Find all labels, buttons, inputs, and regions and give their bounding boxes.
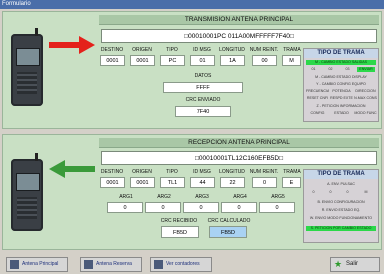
rx-option-modo[interactable]: W. ENVIO MODO FUNCIONAMIENTO (306, 216, 376, 221)
transmission-panel: TRANSMISION ANTENA PRINCIPAL □00010001PC… (2, 11, 382, 129)
rx-tipo: TL1 (160, 177, 185, 188)
tx-reset-cnfi[interactable]: RESET CNFI (306, 96, 329, 101)
rx-pulsac-1: 0 (312, 190, 315, 194)
antena-principal-button[interactable]: Antena Principal (6, 257, 68, 272)
rx-arg4: 0 (221, 202, 257, 213)
tx-direccion[interactable]: DIRECCION (354, 89, 377, 94)
rx-crc-recibido-label: CRC RECIBIDO (160, 218, 198, 224)
salir-button[interactable]: ★ Salir (330, 257, 380, 272)
tx-longitud: 1A (220, 55, 245, 66)
rx-header-trama: TRAMA (283, 169, 301, 175)
rx-arg3-label: ARG3 (195, 194, 209, 200)
tx-salida-03[interactable]: 03 (340, 67, 355, 72)
exit-icon: ★ (334, 259, 343, 269)
antenna-icon (10, 260, 19, 269)
rx-pulsac-4: M (364, 190, 368, 194)
rx-arg3: 0 (183, 202, 219, 213)
rx-header-origen: ORIGEN (132, 169, 152, 175)
tx-potencia[interactable]: POTENCIA (330, 89, 353, 94)
rx-arg1: 0 (107, 202, 143, 213)
rx-pulsac-3: 0 (346, 190, 349, 194)
reception-frame: □00010001TL12C160EFB5D□ (101, 151, 377, 165)
transmission-frame: □00010001PC 011A00MFFFFF7F40□ (101, 29, 377, 43)
counter-icon (154, 260, 163, 269)
transmission-title: TRANSMISION ANTENA PRINCIPAL (99, 15, 379, 25)
tx-header-reint: NUM REINT. (249, 47, 279, 53)
tx-reint: 00 (252, 55, 277, 66)
tx-option-display[interactable]: M - CAMBIO ESTADO DISPLAY (306, 75, 376, 80)
tx-header-idmsg: ID MSG (193, 47, 211, 53)
tx-header-longitud: LONGITUD (219, 47, 245, 53)
rx-destino: 0001 (100, 177, 125, 188)
rx-crc-recibido: FB5D (161, 226, 199, 238)
tx-crc-label: CRC ENVIADO (185, 97, 221, 103)
reception-panel: RECEPCION ANTENA PRINCIPAL □00010001TL12… (2, 134, 382, 250)
tx-config[interactable]: CONFIG (306, 111, 329, 116)
rx-option-configuracion[interactable]: B. ENVIO CONFIGURACION (306, 200, 376, 205)
rx-option-peticion-cambio[interactable]: S. PETICION POR CAMBIO ESTADO (306, 226, 376, 231)
rx-tipo-trama-title: TIPO DE TRAMA (304, 170, 378, 179)
tx-option-config[interactable]: Y - CAMBIO CONFIG EQUIPO (306, 82, 376, 87)
tx-salida-01[interactable]: 01 (306, 67, 321, 72)
rx-option-estado[interactable]: R. ENVIO ESTADO EQ. (306, 208, 376, 213)
tx-estado[interactable]: ESTADO (330, 111, 353, 116)
tx-modo-func[interactable]: MODO FUNC (354, 111, 377, 116)
rx-longitud: 22 (220, 177, 245, 188)
tx-header-trama: TRAMA (283, 47, 301, 53)
rx-reint: 0 (252, 177, 277, 188)
rx-header-tipo: TIPO (166, 169, 178, 175)
tx-tipo-trama-panel: TIPO DE TRAMA M - CAMBIO ESTADO SALIDAS … (303, 48, 379, 122)
tx-option-peticion[interactable]: Z - PETICION INFORMACION (306, 104, 376, 109)
rx-idmsg: 44 (190, 177, 215, 188)
rx-origen: 0001 (130, 177, 155, 188)
arrow-right-icon (49, 36, 95, 54)
rx-trama: E (282, 177, 301, 188)
antena-reserva-button[interactable]: Antena Reserva (80, 257, 142, 272)
rx-header-destino: DESTINO (100, 169, 124, 175)
rx-header-reint: NUM REINT. (249, 169, 279, 175)
tx-frecuencia[interactable]: FRECUENCIA (306, 89, 329, 94)
rx-header-longitud: LONGITUD (219, 169, 245, 175)
tx-enviar-button[interactable]: ENVIAR (357, 67, 375, 72)
radio-device-image (11, 28, 43, 106)
tx-option-salidas[interactable]: M - CAMBIO ESTADO SALIDAS (306, 60, 376, 65)
rx-header-idmsg: ID MSG (193, 169, 211, 175)
rx-pulsac-2: 0 (329, 190, 332, 194)
arrow-left-icon (49, 160, 95, 178)
tx-trama: M (282, 55, 301, 66)
rx-arg5: 0 (259, 202, 295, 213)
tx-tipo-trama-title: TIPO DE TRAMA (304, 49, 378, 58)
tx-salida-02[interactable]: 02 (323, 67, 338, 72)
tx-idmsg: 01 (190, 55, 215, 66)
rx-option-pulsac[interactable]: A. ENV. PULSAC (306, 182, 376, 187)
tx-destino: 0001 (100, 55, 125, 66)
tx-header-origen: ORIGEN (132, 47, 152, 53)
tx-crc-value: 7F40 (175, 106, 231, 117)
tx-origen: 0001 (130, 55, 155, 66)
window-title: Formulario (0, 0, 384, 9)
rx-tipo-trama-panel: TIPO DE TRAMA A. ENV. PULSAC 0 0 0 M B. … (303, 169, 379, 243)
rx-crc-calculado-label: CRC CALCULADO (207, 218, 251, 224)
tx-header-tipo: TIPO (166, 47, 178, 53)
antenna-icon (84, 260, 93, 269)
tx-tipo: PC (160, 55, 185, 66)
rx-arg5-label: ARG5 (271, 194, 285, 200)
tx-respd-exte[interactable]: RESPD EXTE (330, 96, 353, 101)
tx-datos-label: DATOS (194, 73, 212, 79)
reception-title: RECEPCION ANTENA PRINCIPAL (99, 138, 379, 148)
bottom-toolbar: Antena Principal Antena Reserva Ver cont… (0, 254, 384, 274)
rx-arg4-label: ARG4 (233, 194, 247, 200)
rx-crc-calculado: FB5D (209, 226, 247, 238)
ver-contadores-button[interactable]: Ver contadores (150, 257, 212, 272)
rx-arg2: 0 (145, 202, 181, 213)
tx-datos-value: FFFF (163, 82, 243, 93)
rx-arg2-label: ARG2 (157, 194, 171, 200)
radio-device-image (11, 153, 43, 231)
tx-header-destino: DESTINO (100, 47, 124, 53)
tx-nmax-cons[interactable]: N.MAX CONS (354, 96, 377, 101)
rx-arg1-label: ARG1 (119, 194, 133, 200)
